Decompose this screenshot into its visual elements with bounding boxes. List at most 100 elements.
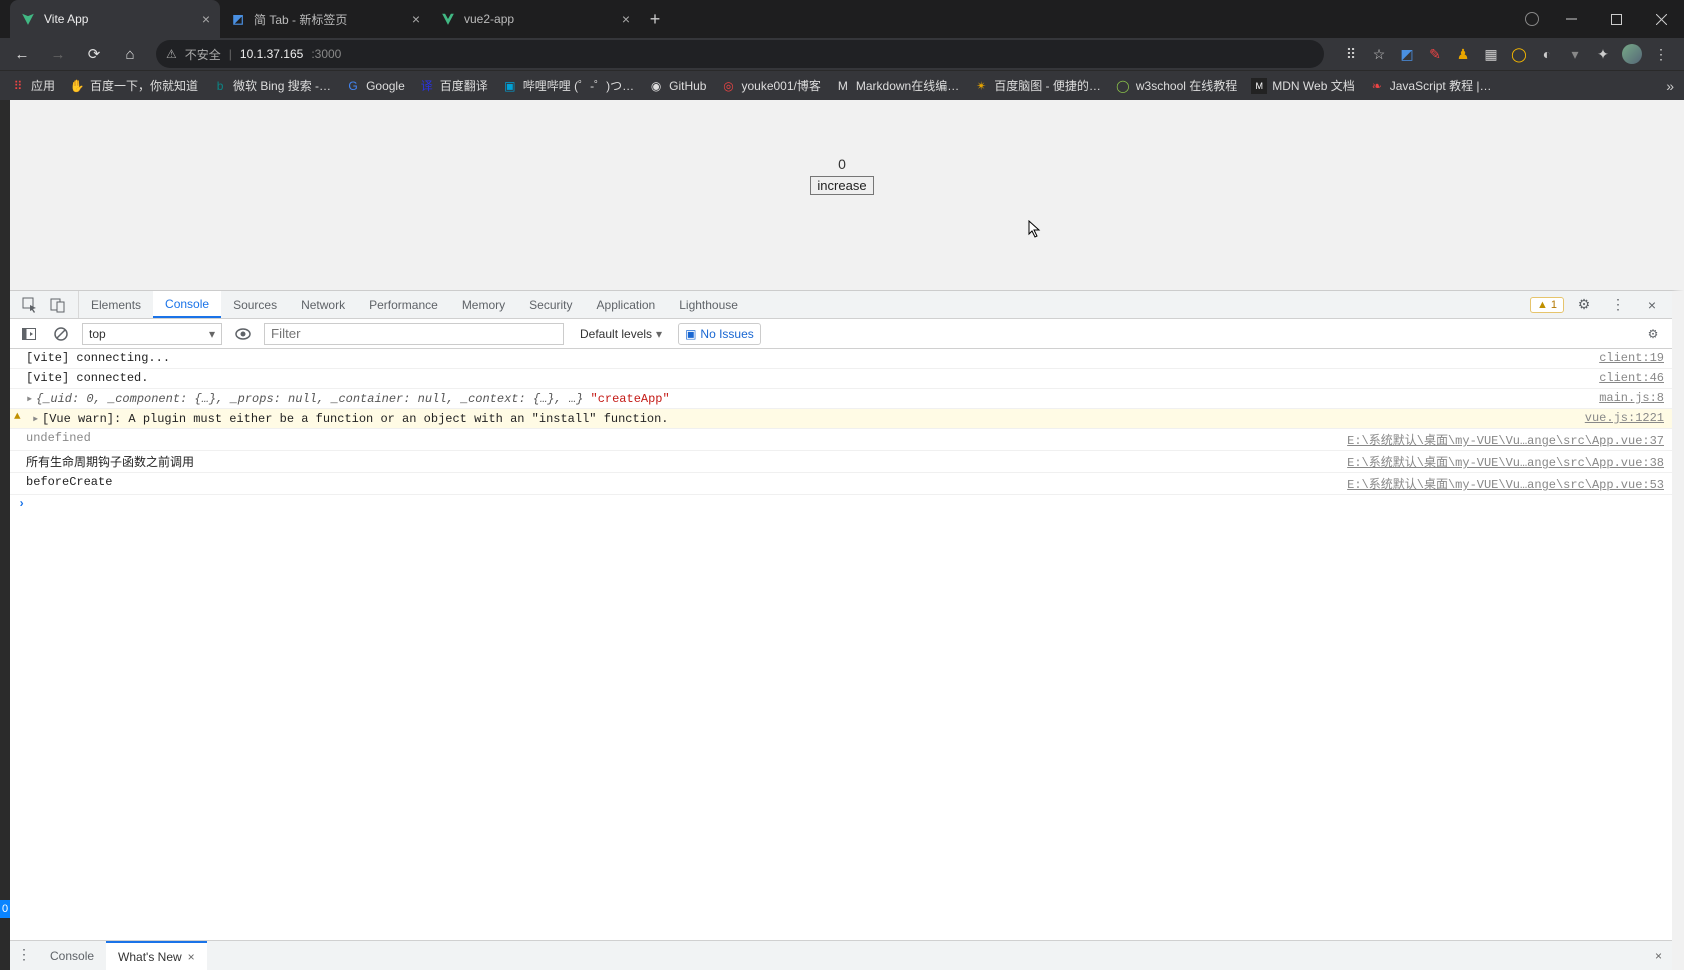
devtools-close-button[interactable]: × <box>1638 292 1666 318</box>
blog-icon: ◎ <box>720 78 736 94</box>
filter-input[interactable] <box>264 323 564 345</box>
devtools-drawer: ⋮ Console What's New × × <box>10 940 1672 970</box>
profile-avatar[interactable] <box>1622 44 1642 64</box>
tab-security[interactable]: Security <box>517 291 584 318</box>
star-icon[interactable]: ☆ <box>1370 45 1388 63</box>
close-icon[interactable]: × <box>202 11 210 27</box>
bookmark-label: Google <box>366 79 405 93</box>
warning-icon: ⚠ <box>166 47 177 61</box>
log-source-link[interactable]: main.js:8 <box>1589 391 1664 405</box>
console-prompt[interactable]: › <box>10 495 1672 513</box>
live-expression-button[interactable] <box>232 323 254 345</box>
tab-application[interactable]: Application <box>585 291 668 318</box>
inspect-element-button[interactable] <box>16 292 44 318</box>
bookmark-item[interactable]: ◉GitHub <box>648 78 706 94</box>
bookmark-item[interactable]: ❧JavaScript 教程 |… <box>1369 77 1492 94</box>
apps-button[interactable]: ⠿应用 <box>10 77 55 94</box>
tab-memory[interactable]: Memory <box>450 291 517 318</box>
bookmark-item[interactable]: 译百度翻译 <box>419 77 488 94</box>
extension-icon[interactable]: ▦ <box>1482 45 1500 63</box>
extension-icon[interactable]: ♟ <box>1454 45 1472 63</box>
close-icon[interactable]: × <box>622 11 630 27</box>
browser-tab[interactable]: Vite App × <box>10 0 220 38</box>
bing-icon: b <box>212 78 228 94</box>
vue-devtools-icon[interactable]: ▾ <box>1566 45 1584 63</box>
log-levels-selector[interactable]: Default levels ▾ <box>574 323 668 345</box>
apps-label: 应用 <box>31 77 55 94</box>
console-settings-button[interactable]: ⚙ <box>1642 323 1664 345</box>
close-icon[interactable]: × <box>188 950 195 964</box>
extension-icon[interactable]: ◐ <box>1538 45 1556 63</box>
page-viewport: 0 increase <box>10 100 1684 290</box>
drawer-close-button[interactable]: × <box>1645 941 1672 970</box>
tab-title: Vite App <box>44 12 88 26</box>
bookmark-item[interactable]: MMDN Web 文档 <box>1251 77 1354 94</box>
context-value: top <box>89 327 106 341</box>
bookmark-item[interactable]: MMarkdown在线编… <box>835 77 959 94</box>
console-sidebar-toggle[interactable] <box>18 323 40 345</box>
window-minimize-button[interactable] <box>1549 0 1594 38</box>
close-icon[interactable]: × <box>412 11 420 27</box>
warning-icon: ▲ <box>1537 299 1548 311</box>
bookmark-item[interactable]: ◎youke001/博客 <box>720 77 820 94</box>
more-menu-button[interactable]: ⋮ <box>1604 292 1632 318</box>
translate-icon[interactable]: ⠿ <box>1342 45 1360 63</box>
window-maximize-button[interactable] <box>1594 0 1639 38</box>
console-toolbar: top ▾ Default levels ▾ ▣ No Issues ⚙ <box>10 319 1672 349</box>
log-source-link[interactable]: E:\系统默认\桌面\my-VUE\Vu…ange\src\App.vue:37 <box>1337 431 1664 448</box>
home-button[interactable]: ⌂ <box>116 40 144 68</box>
log-source-link[interactable]: vue.js:1221 <box>1575 411 1664 425</box>
browser-tab[interactable]: vue2-app × <box>430 0 640 38</box>
extension-icon[interactable]: ✎ <box>1426 45 1444 63</box>
device-toggle-button[interactable] <box>44 292 72 318</box>
bookmarks-overflow-icon[interactable]: » <box>1666 78 1674 94</box>
url-host: 10.1.37.165 <box>240 47 303 61</box>
clear-console-button[interactable] <box>50 323 72 345</box>
bookmark-item[interactable]: ✴百度脑图 - 便捷的… <box>973 77 1101 94</box>
tab-elements[interactable]: Elements <box>79 291 153 318</box>
extension-icon[interactable]: ◩ <box>1398 45 1416 63</box>
expand-icon[interactable]: ▸ <box>26 391 36 406</box>
extensions-menu-icon[interactable]: ✦ <box>1594 45 1612 63</box>
browser-tab[interactable]: ◩ 简 Tab - 新标签页 × <box>220 0 430 38</box>
tab-network[interactable]: Network <box>289 291 357 318</box>
forward-button[interactable]: → <box>44 40 72 68</box>
address-bar[interactable]: ⚠ 不安全 | 10.1.37.165:3000 <box>156 40 1324 68</box>
tab-lighthouse[interactable]: Lighthouse <box>667 291 750 318</box>
profile-indicator-icon[interactable] <box>1525 12 1539 26</box>
issues-button[interactable]: ▣ No Issues <box>678 323 761 345</box>
bookmark-item[interactable]: ◯w3school 在线教程 <box>1115 77 1237 94</box>
context-selector[interactable]: top ▾ <box>82 323 222 345</box>
bookmark-item[interactable]: b微软 Bing 搜索 -… <box>212 77 331 94</box>
reload-button[interactable]: ⟳ <box>80 40 108 68</box>
log-source-link[interactable]: E:\系统默认\桌面\my-VUE\Vu…ange\src\App.vue:38 <box>1337 453 1664 470</box>
extension-icon[interactable]: ◯ <box>1510 45 1528 63</box>
new-tab-button[interactable]: + <box>640 0 670 38</box>
window-close-button[interactable] <box>1639 0 1684 38</box>
log-source-link[interactable]: client:19 <box>1589 351 1664 365</box>
bookmark-item[interactable]: ✋百度一下，你就知道 <box>69 77 198 94</box>
bookmark-label: 百度一下，你就知道 <box>90 77 198 94</box>
log-source-link[interactable]: E:\系统默认\桌面\my-VUE\Vu…ange\src\App.vue:53 <box>1337 475 1664 492</box>
devtools-tabbar: Elements Console Sources Network Perform… <box>10 291 1672 319</box>
drawer-tab-console[interactable]: Console <box>38 941 106 970</box>
settings-button[interactable]: ⚙ <box>1570 292 1598 318</box>
increase-button[interactable]: increase <box>810 176 873 195</box>
bookmark-item[interactable]: GGoogle <box>345 78 405 94</box>
log-source-link[interactable]: client:46 <box>1589 371 1664 385</box>
tab-console[interactable]: Console <box>153 291 221 318</box>
warnings-badge[interactable]: ▲1 <box>1530 297 1564 313</box>
log-object[interactable]: {_uid: 0, _component: {…}, _props: null,… <box>36 392 583 406</box>
chevron-down-icon: ▾ <box>209 327 215 341</box>
browser-tab-strip: Vite App × ◩ 简 Tab - 新标签页 × vue2-app × + <box>0 0 1525 38</box>
expand-icon[interactable]: ▸ <box>32 411 42 426</box>
drawer-tab-label: What's New <box>118 950 182 964</box>
menu-icon[interactable]: ⋮ <box>1652 45 1670 63</box>
tab-sources[interactable]: Sources <box>221 291 289 318</box>
drawer-tab-whatsnew[interactable]: What's New × <box>106 941 207 970</box>
bookmark-item[interactable]: ▣哔哩哔哩 (゜-゜)つ… <box>502 77 634 94</box>
drawer-menu-button[interactable]: ⋮ <box>10 941 38 967</box>
back-button[interactable]: ← <box>8 40 36 68</box>
tab-performance[interactable]: Performance <box>357 291 450 318</box>
log-string: "createApp" <box>591 392 670 406</box>
